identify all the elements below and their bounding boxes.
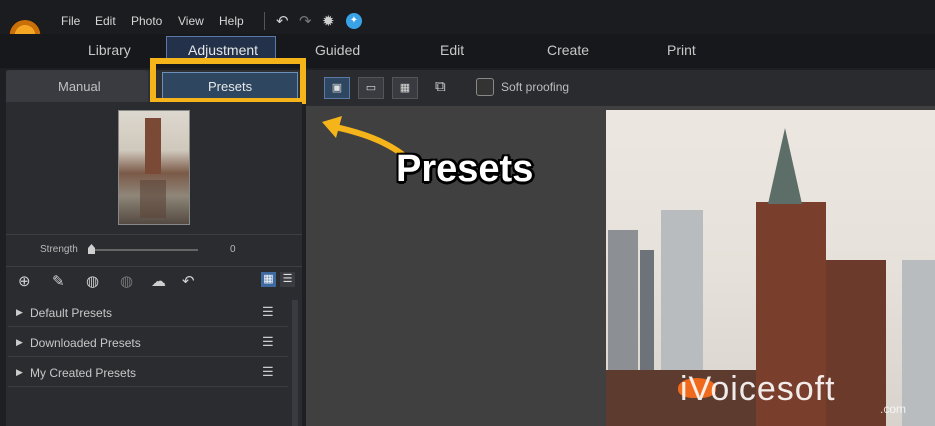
tab-adjustment[interactable]: Adjustment <box>188 42 258 58</box>
menu-edit[interactable]: Edit <box>95 14 116 28</box>
filmstrip-view-icon[interactable]: ▭ <box>358 77 384 99</box>
tab-create[interactable]: Create <box>547 42 589 58</box>
soft-proofing-checkbox[interactable] <box>476 78 494 96</box>
group-menu-icon[interactable]: ☰ <box>262 304 274 320</box>
compare-icon[interactable]: ⧉ <box>435 78 446 95</box>
menu-view[interactable]: View <box>178 14 204 28</box>
thumbnail-building <box>145 118 161 174</box>
preset-group-label[interactable]: My Created Presets <box>30 366 136 380</box>
group-menu-icon[interactable]: ☰ <box>262 364 274 380</box>
menu-separator <box>264 12 265 30</box>
tab-library[interactable]: Library <box>88 42 131 58</box>
undo-preset-icon[interactable]: ↶ <box>182 272 195 290</box>
menu-help[interactable]: Help <box>219 14 244 28</box>
preset-group-default[interactable]: ▶ Default Presets ☰ <box>8 298 288 327</box>
grid-view-icon[interactable]: ▦ <box>261 272 276 287</box>
tab-manual-label[interactable]: Manual <box>58 79 101 94</box>
photo-tower-spire <box>768 128 802 204</box>
watermark-text: iVoicesoft <box>680 370 836 408</box>
preset-group-my-created[interactable]: ▶ My Created Presets ☰ <box>8 358 288 387</box>
export-preset-icon[interactable]: ◍ <box>120 272 133 290</box>
strength-slider-track[interactable] <box>88 249 198 251</box>
menu-file[interactable]: File <box>61 14 80 28</box>
preset-group-downloaded[interactable]: ▶ Downloaded Presets ☰ <box>8 328 288 357</box>
undo-icon[interactable]: ↶ <box>276 12 289 30</box>
list-view-icon[interactable]: ☰ <box>280 272 295 287</box>
tab-guided[interactable]: Guided <box>315 42 360 58</box>
presets-annotation-label: Presets <box>396 148 534 190</box>
tab-print[interactable]: Print <box>667 42 696 58</box>
menu-photo[interactable]: Photo <box>131 14 162 28</box>
photo-right-tower <box>902 260 935 426</box>
presets-highlight-box <box>150 58 306 104</box>
soft-proofing-label[interactable]: Soft proofing <box>501 80 569 94</box>
thumbnail-reflection <box>140 180 166 218</box>
module-bar <box>0 34 935 68</box>
redo-icon[interactable]: ↷ <box>299 12 312 30</box>
strength-label: Strength <box>40 244 78 255</box>
preset-group-label[interactable]: Default Presets <box>30 306 112 320</box>
add-preset-icon[interactable]: ⊕ <box>18 272 31 290</box>
strength-value: 0 <box>230 244 236 255</box>
expand-arrow-icon[interactable]: ▶ <box>16 367 23 378</box>
group-menu-icon[interactable]: ☰ <box>262 334 274 350</box>
edit-preset-icon[interactable]: ✎ <box>52 272 65 290</box>
panel-scrollbar[interactable] <box>292 300 298 426</box>
settings-icon[interactable]: ✹ <box>322 12 335 30</box>
notification-icon[interactable]: ✦ <box>346 13 362 29</box>
annotation-arrow-icon <box>322 116 405 157</box>
single-view-icon[interactable]: ▣ <box>324 77 350 99</box>
grid-view-button[interactable]: ▦ <box>392 77 418 99</box>
expand-arrow-icon[interactable]: ▶ <box>16 337 23 348</box>
tab-edit[interactable]: Edit <box>440 42 464 58</box>
import-preset-icon[interactable]: ◍ <box>86 272 99 290</box>
expand-arrow-icon[interactable]: ▶ <box>16 307 23 318</box>
watermark-domain: .com <box>880 402 907 416</box>
cloud-icon[interactable]: ☁ <box>151 272 166 290</box>
preset-group-label[interactable]: Downloaded Presets <box>30 336 141 350</box>
